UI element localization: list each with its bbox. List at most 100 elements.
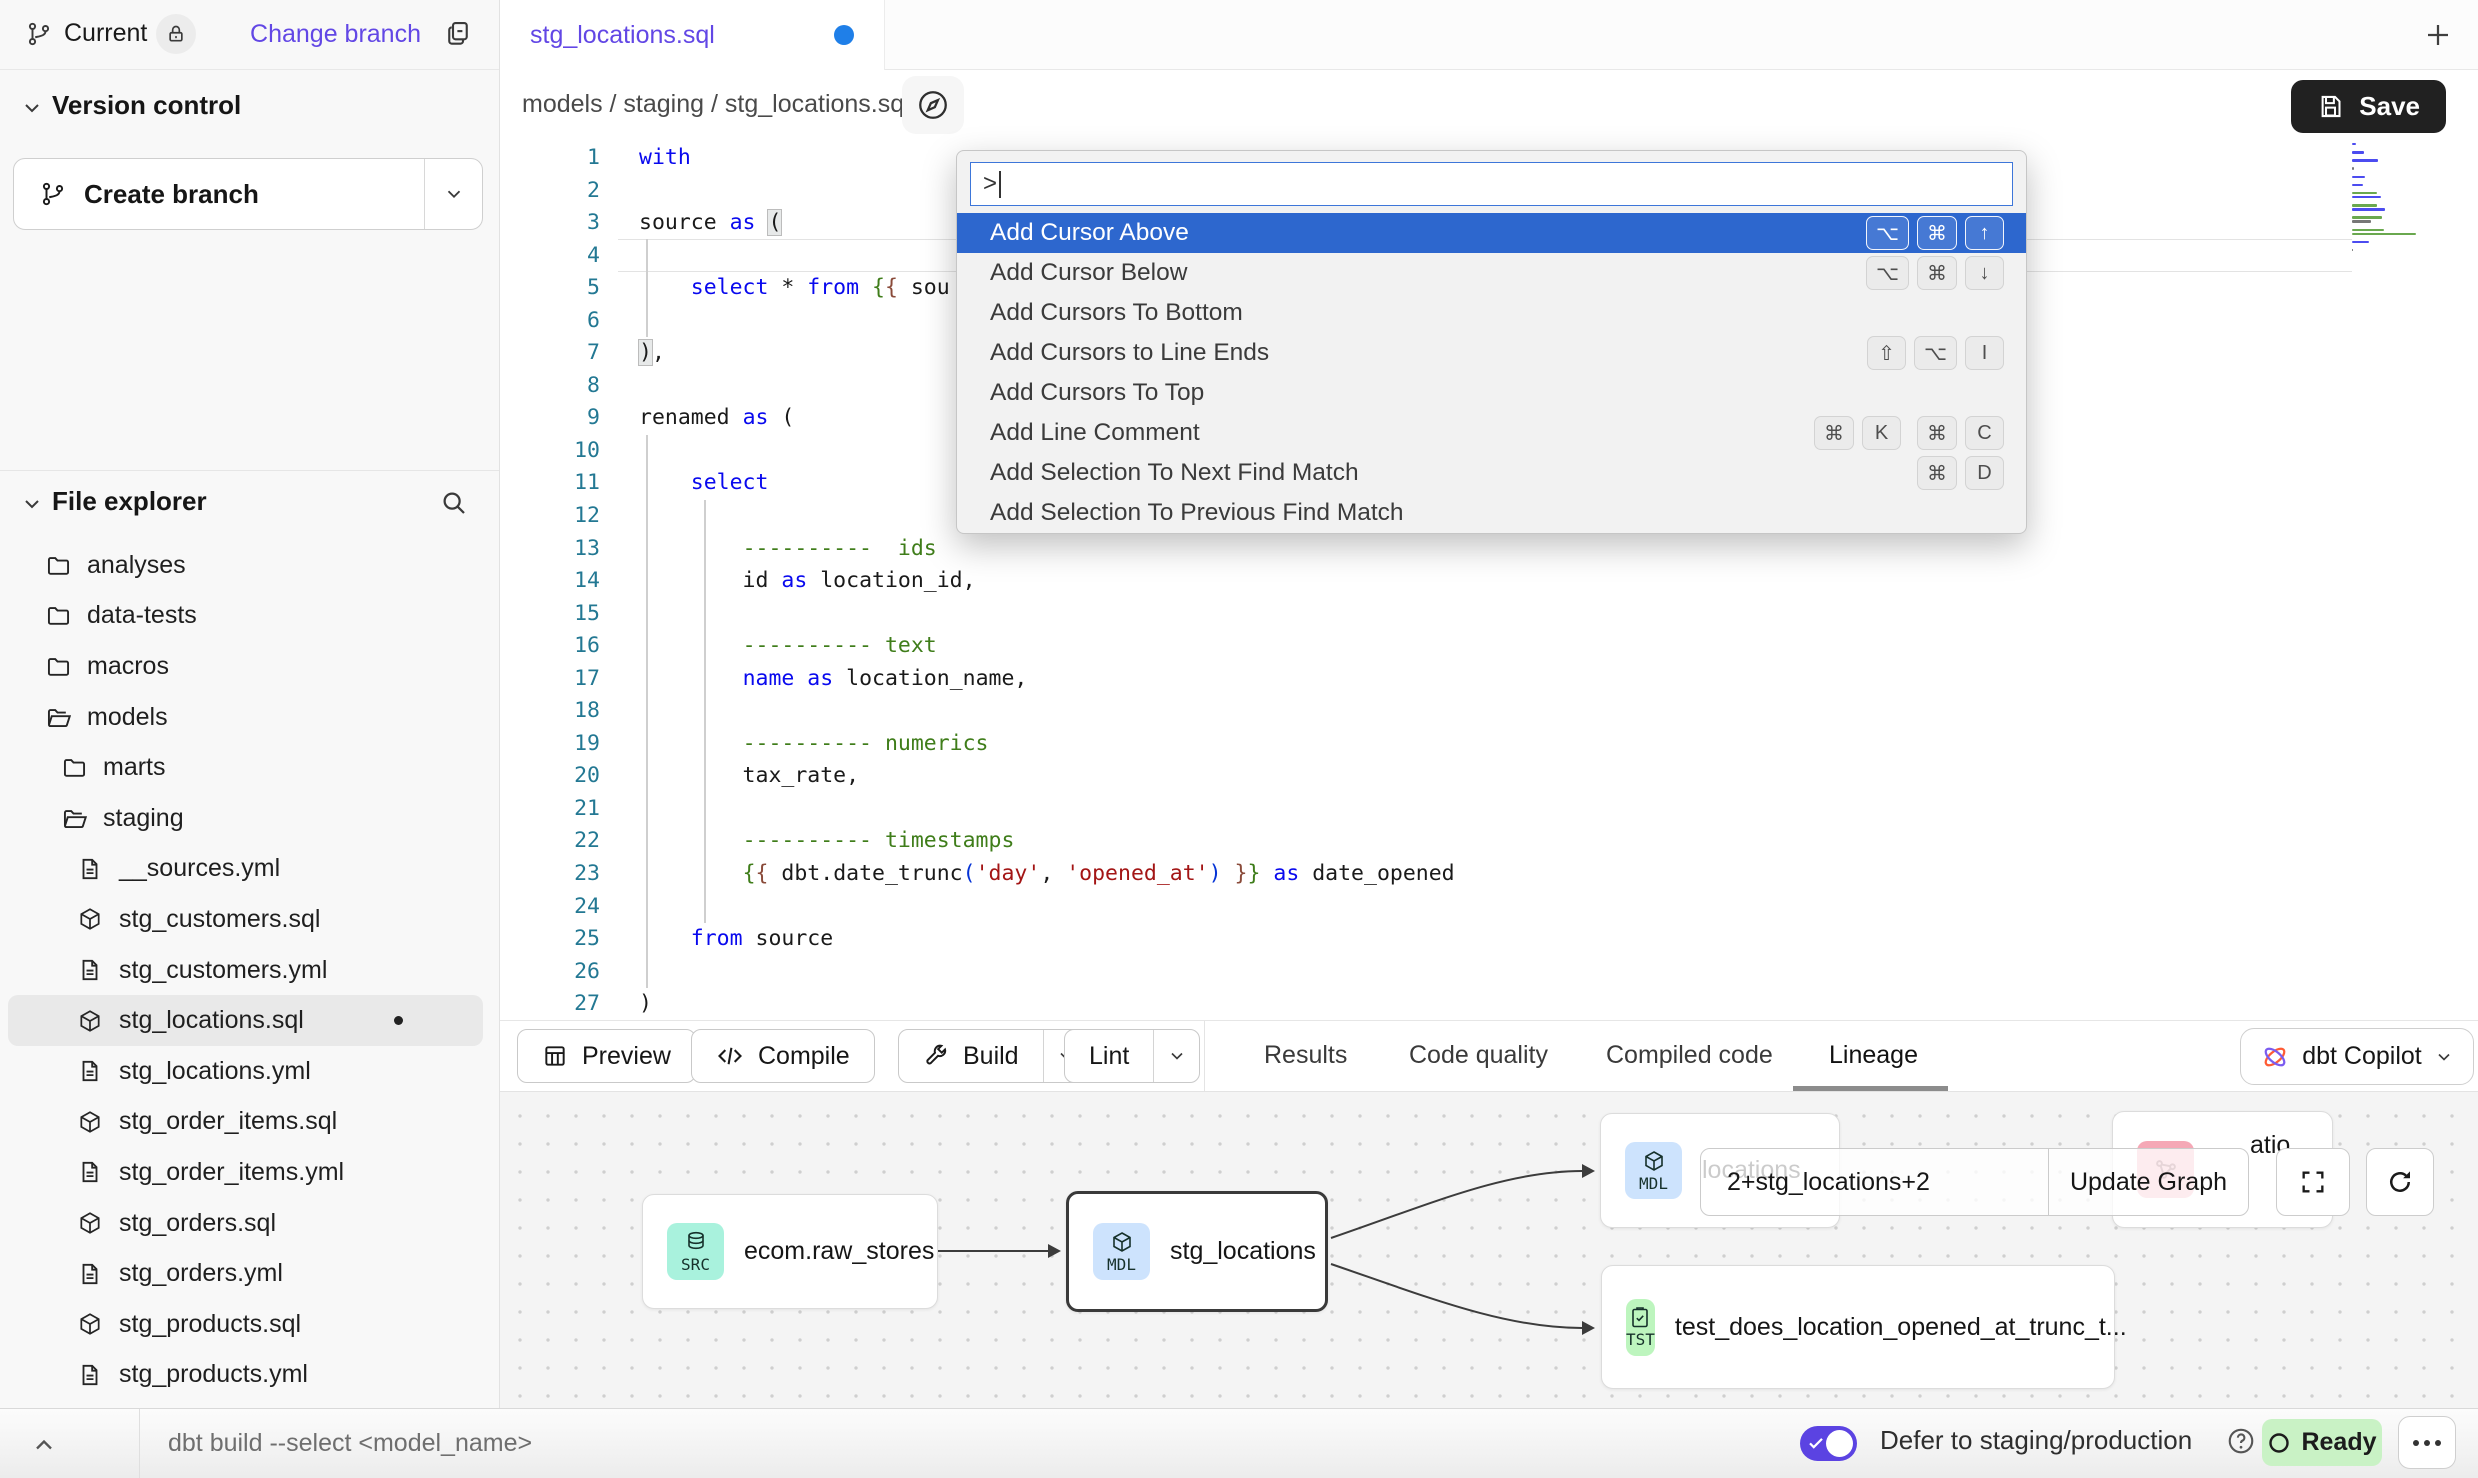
dbt-copilot-button[interactable]: dbt Copilot bbox=[2240, 1028, 2474, 1085]
create-branch-button[interactable]: Create branch bbox=[13, 158, 483, 230]
file-tree-item[interactable]: stg_order_items.sql bbox=[0, 1097, 499, 1148]
line-number: 25 bbox=[500, 923, 600, 956]
file-tree-item[interactable]: stg_orders.sql bbox=[0, 1198, 499, 1249]
fullscreen-icon bbox=[2299, 1168, 2327, 1196]
minimap-line bbox=[2352, 241, 2369, 243]
command-item[interactable]: Add Line Comment⌘K⌘C bbox=[957, 413, 2026, 453]
file-tree-item[interactable]: staging bbox=[0, 793, 499, 844]
version-control-header[interactable]: Version control bbox=[0, 86, 499, 132]
file-tree-item[interactable]: stg_orders.yml bbox=[0, 1248, 499, 1299]
line-number: 9 bbox=[500, 402, 600, 435]
file-tree-item[interactable]: stg_order_items.yml bbox=[0, 1147, 499, 1198]
shortcut-keys: ⌘D bbox=[1901, 456, 2004, 490]
file-tree-item[interactable]: data-tests bbox=[0, 591, 499, 642]
file-tree-item[interactable]: stg_locations.sql bbox=[8, 995, 483, 1046]
file-tree-item[interactable]: models bbox=[0, 692, 499, 743]
file-icon bbox=[76, 1058, 104, 1084]
copy-icon[interactable] bbox=[443, 18, 473, 48]
minimap[interactable] bbox=[2352, 143, 2418, 253]
line-number-gutter: 1234567891011121314151617181920212223242… bbox=[500, 142, 600, 1021]
file-tree-item[interactable]: marts bbox=[0, 742, 499, 793]
selector-input[interactable]: 2+stg_locations+2 bbox=[1701, 1149, 2048, 1215]
command-item[interactable]: Add Selection To Previous Find Match bbox=[957, 493, 2026, 533]
command-item[interactable]: Add Cursors to Line Ends⇧⌥I bbox=[957, 333, 2026, 373]
more-options-button[interactable] bbox=[2398, 1416, 2456, 1469]
file-tree-item[interactable]: stg_products.yml bbox=[0, 1350, 499, 1401]
line-number: 12 bbox=[500, 500, 600, 533]
file-explorer-header[interactable]: File explorer bbox=[0, 482, 499, 528]
file-icon bbox=[76, 1362, 104, 1388]
lineage-graph[interactable]: atio MDL locations SRC bbox=[500, 1091, 2478, 1408]
chevron-down-icon bbox=[443, 183, 465, 205]
file-tree-item[interactable]: stg_locations.yml bbox=[0, 1046, 499, 1097]
defer-toggle[interactable] bbox=[1800, 1426, 1857, 1461]
save-button[interactable]: Save bbox=[2291, 80, 2446, 133]
line-number: 27 bbox=[500, 988, 600, 1021]
build-label: Build bbox=[963, 1042, 1019, 1071]
code-line: ---------- ids bbox=[639, 533, 2348, 566]
preview-button[interactable]: Preview bbox=[517, 1029, 696, 1083]
file-tree-item[interactable]: analyses bbox=[0, 540, 499, 591]
toggle-knob bbox=[1826, 1430, 1853, 1457]
code-line: name as location_name, bbox=[639, 663, 2348, 696]
lineage-node-stg-locations[interactable]: MDL stg_locations bbox=[1066, 1191, 1328, 1312]
model-icon bbox=[76, 1311, 104, 1337]
key-badge: C bbox=[1965, 416, 2004, 450]
modified-dot-icon bbox=[394, 1016, 403, 1025]
lint-button[interactable]: Lint bbox=[1064, 1029, 1200, 1083]
tab-code-quality[interactable]: Code quality bbox=[1409, 1041, 1548, 1070]
collapse-panel-button[interactable] bbox=[30, 1431, 58, 1459]
save-label: Save bbox=[2359, 91, 2420, 122]
help-icon[interactable] bbox=[2226, 1426, 2256, 1456]
lineage-node-source[interactable]: SRC ecom.raw_stores bbox=[642, 1194, 938, 1309]
sidebar: Current Change branch Version control bbox=[0, 0, 500, 1408]
chevron-down-icon bbox=[1167, 1046, 1187, 1066]
file-tree-item[interactable]: __sources.yml bbox=[0, 844, 499, 895]
file-name: models bbox=[87, 703, 168, 732]
new-tab-button[interactable] bbox=[2420, 17, 2456, 53]
shortcut-keys: ⌘K⌘C bbox=[1798, 416, 2004, 450]
refresh-button[interactable] bbox=[2366, 1148, 2434, 1216]
create-branch-dropdown[interactable] bbox=[424, 159, 482, 229]
build-button[interactable]: Build bbox=[898, 1029, 1090, 1083]
line-number: 11 bbox=[500, 467, 600, 500]
file-tree-item[interactable]: stg_customers.sql bbox=[0, 894, 499, 945]
file-name: stg_orders.yml bbox=[119, 1259, 283, 1288]
code-line bbox=[639, 695, 2348, 728]
search-icon[interactable] bbox=[439, 488, 469, 518]
command-item[interactable]: Add Cursors To Top bbox=[957, 373, 2026, 413]
file-tree-item[interactable]: stg_customers.yml bbox=[0, 945, 499, 996]
command-input[interactable]: > bbox=[970, 162, 2013, 206]
fullscreen-button[interactable] bbox=[2276, 1148, 2350, 1216]
tab-stg-locations[interactable]: stg_locations.sql bbox=[500, 0, 885, 70]
command-line-input[interactable]: dbt build --select <model_name> bbox=[168, 1429, 532, 1458]
compile-button[interactable]: Compile bbox=[691, 1029, 875, 1083]
key-badge: I bbox=[1965, 336, 2004, 370]
navigate-button[interactable] bbox=[902, 76, 964, 134]
tab-lineage[interactable]: Lineage bbox=[1829, 1041, 1918, 1070]
lint-dropdown[interactable] bbox=[1153, 1030, 1199, 1082]
command-item[interactable]: Add Cursors To Bottom bbox=[957, 293, 2026, 333]
file-name: stg_orders.sql bbox=[119, 1209, 276, 1238]
tab-results[interactable]: Results bbox=[1264, 1041, 1347, 1070]
key-badge: ⌘ bbox=[1917, 216, 1957, 250]
file-icon bbox=[76, 957, 104, 983]
folder-icon bbox=[44, 602, 72, 629]
code-line: {{ dbt.date_trunc('day', 'opened_at') }}… bbox=[639, 858, 2348, 891]
branch-bar: Current Change branch bbox=[0, 0, 499, 70]
editor-toolbar: Preview Compile Build bbox=[500, 1020, 2478, 1091]
command-item[interactable]: Add Cursor Below⌥⌘↓ bbox=[957, 253, 2026, 293]
lineage-node-test[interactable]: TST test_does_location_opened_at_trunc_t… bbox=[1601, 1265, 2115, 1389]
tab-compiled-code[interactable]: Compiled code bbox=[1606, 1041, 1773, 1070]
tab-bar: stg_locations.sql bbox=[500, 0, 2478, 70]
update-graph-button[interactable]: Update Graph bbox=[2048, 1149, 2248, 1215]
command-item[interactable]: Add Cursor Above⌥⌘↑ bbox=[957, 213, 2026, 253]
command-item[interactable]: Add Selection To Next Find Match⌘D bbox=[957, 453, 2026, 493]
line-number: 1 bbox=[500, 142, 600, 175]
cube-icon bbox=[1642, 1149, 1666, 1173]
file-tree-item[interactable]: stg_products.sql bbox=[0, 1299, 499, 1350]
change-branch-link[interactable]: Change branch bbox=[250, 20, 421, 49]
key-badge: ⇧ bbox=[1867, 336, 1906, 370]
file-tree-item[interactable]: macros bbox=[0, 641, 499, 692]
tab-title: stg_locations.sql bbox=[530, 21, 715, 50]
